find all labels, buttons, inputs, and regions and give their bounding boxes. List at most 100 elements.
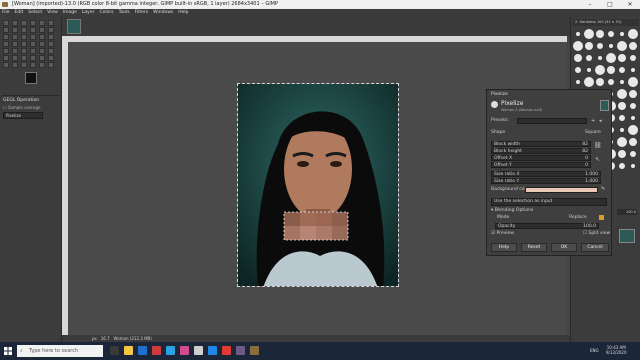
maximize-icon[interactable]: □ xyxy=(600,0,620,9)
taskbar-app-icon[interactable] xyxy=(250,346,259,355)
tool-button-icon[interactable] xyxy=(48,55,54,61)
tool-button-icon[interactable] xyxy=(3,41,9,47)
shape-select[interactable]: Square xyxy=(585,129,601,136)
layer-thumbnail[interactable] xyxy=(619,229,635,243)
tool-button-icon[interactable] xyxy=(39,27,45,33)
add-preset-icon[interactable]: + xyxy=(591,118,595,124)
tool-button-icon[interactable] xyxy=(39,41,45,47)
tool-button-icon[interactable] xyxy=(48,48,54,54)
menu-colors[interactable]: Colors xyxy=(99,9,113,17)
taskbar-app-icon[interactable] xyxy=(152,346,161,355)
tool-button-icon[interactable] xyxy=(12,20,18,26)
taskbar-search-box[interactable]: Type here to search xyxy=(17,345,103,357)
tool-button-icon[interactable] xyxy=(12,41,18,47)
taskbar-app-icon[interactable] xyxy=(138,346,147,355)
operation-select[interactable]: Pixelize xyxy=(3,112,43,119)
taskbar-app-icon[interactable] xyxy=(236,346,245,355)
tool-button-icon[interactable] xyxy=(21,62,27,68)
background-color-button[interactable] xyxy=(525,187,598,193)
menu-help[interactable]: Help xyxy=(178,9,188,17)
windows-start-icon[interactable] xyxy=(4,347,12,355)
taskbar-app-icon[interactable] xyxy=(166,346,175,355)
menu-select[interactable]: Select xyxy=(28,9,42,17)
tool-button-icon[interactable] xyxy=(39,62,45,68)
tool-button-icon[interactable] xyxy=(48,20,54,26)
tool-button-icon[interactable] xyxy=(30,34,36,40)
menu-file[interactable]: File xyxy=(2,9,10,17)
tool-button-icon[interactable] xyxy=(21,48,27,54)
tool-button-icon[interactable] xyxy=(12,48,18,54)
clock[interactable]: 10:43 AM 9/12/2020 xyxy=(606,345,627,355)
minimize-icon[interactable]: – xyxy=(580,0,600,9)
menu-view[interactable]: View xyxy=(47,9,58,17)
tool-button-icon[interactable] xyxy=(48,27,54,33)
tool-button-icon[interactable] xyxy=(39,55,45,61)
mode-select[interactable]: Replace xyxy=(569,214,587,221)
tool-button-icon[interactable] xyxy=(21,55,27,61)
size-ratio-y-slider[interactable]: Size ratio Y 1.000 xyxy=(491,178,601,184)
tool-button-icon[interactable] xyxy=(12,27,18,33)
help-button[interactable]: Help xyxy=(491,243,517,252)
opacity-slider[interactable]: Opacity 100.0 xyxy=(495,223,599,229)
tool-button-icon[interactable] xyxy=(30,20,36,26)
menu-layer[interactable]: Layer xyxy=(82,9,95,17)
tool-button-icon[interactable] xyxy=(3,55,9,61)
chain-link-icon[interactable]: ⛓ xyxy=(594,142,602,149)
menu-tools[interactable]: Tools xyxy=(119,9,130,17)
tool-button-icon[interactable] xyxy=(3,20,9,26)
photo-layer[interactable] xyxy=(237,83,399,287)
offset-y-slider[interactable]: Offset Y 0 xyxy=(491,162,591,168)
presets-select[interactable] xyxy=(517,118,587,124)
zoom-select[interactable]: 16.7 xyxy=(101,336,110,341)
composite-mode-icon[interactable] xyxy=(599,215,604,220)
unit-select[interactable]: px xyxy=(92,336,97,341)
color-picker-icon[interactable]: ✎ xyxy=(601,186,605,192)
tool-button-icon[interactable] xyxy=(3,34,9,40)
layer-opacity-field[interactable]: 100.0 xyxy=(617,209,637,215)
tool-button-icon[interactable] xyxy=(39,48,45,54)
menu-image[interactable]: Image xyxy=(63,9,77,17)
tool-button-icon[interactable] xyxy=(3,62,9,68)
taskbar-app-icon[interactable] xyxy=(194,346,203,355)
menu-filters[interactable]: Filters xyxy=(135,9,149,17)
tool-button-icon[interactable] xyxy=(30,55,36,61)
tool-button-icon[interactable] xyxy=(30,48,36,54)
taskbar-app-icon[interactable] xyxy=(180,346,189,355)
tool-button-icon[interactable] xyxy=(12,34,18,40)
pick-coordinates-icon[interactable]: ↖ xyxy=(595,156,600,163)
tool-button-icon[interactable] xyxy=(3,48,9,54)
tool-button-icon[interactable] xyxy=(48,34,54,40)
cancel-button[interactable]: Cancel xyxy=(581,243,609,252)
tool-button-icon[interactable] xyxy=(3,27,9,33)
taskbar-app-icon[interactable] xyxy=(208,346,217,355)
tool-button-icon[interactable] xyxy=(21,27,27,33)
taskbar-app-icon[interactable] xyxy=(124,346,133,355)
tool-button-icon[interactable] xyxy=(39,34,45,40)
image-tab-thumbnail[interactable] xyxy=(67,19,81,34)
block-width-slider[interactable]: Block width 82 xyxy=(491,141,591,147)
tool-button-icon[interactable] xyxy=(12,55,18,61)
tool-button-icon[interactable] xyxy=(12,62,18,68)
ok-button[interactable]: OK xyxy=(551,243,577,252)
sample-option[interactable]: ☐ Sample average xyxy=(3,105,41,110)
taskbar-app-icon[interactable] xyxy=(222,346,231,355)
foreground-color-swatch[interactable] xyxy=(25,72,37,84)
size-ratio-x-slider[interactable]: Size ratio X 1.000 xyxy=(491,171,601,177)
input-select[interactable]: Use the selection as input xyxy=(491,198,607,206)
block-height-slider[interactable]: Block height 82 xyxy=(491,148,591,154)
language-indicator[interactable]: ENG xyxy=(590,348,599,353)
close-icon[interactable]: ✕ xyxy=(620,0,640,9)
offset-x-slider[interactable]: Offset X 0 xyxy=(491,155,591,161)
tool-button-icon[interactable] xyxy=(21,34,27,40)
menu-edit[interactable]: Edit xyxy=(15,9,24,17)
tool-button-icon[interactable] xyxy=(48,41,54,47)
tool-button-icon[interactable] xyxy=(30,41,36,47)
split-view-checkbox[interactable]: ☐ Split view xyxy=(583,230,610,237)
reset-button[interactable]: Reset xyxy=(521,243,547,252)
menu-windows[interactable]: Windows xyxy=(153,9,173,17)
tool-button-icon[interactable] xyxy=(21,41,27,47)
tool-button-icon[interactable] xyxy=(21,20,27,26)
tool-button-icon[interactable] xyxy=(39,20,45,26)
preset-menu-icon[interactable]: ◂ xyxy=(599,118,602,124)
tool-button-icon[interactable] xyxy=(30,62,36,68)
